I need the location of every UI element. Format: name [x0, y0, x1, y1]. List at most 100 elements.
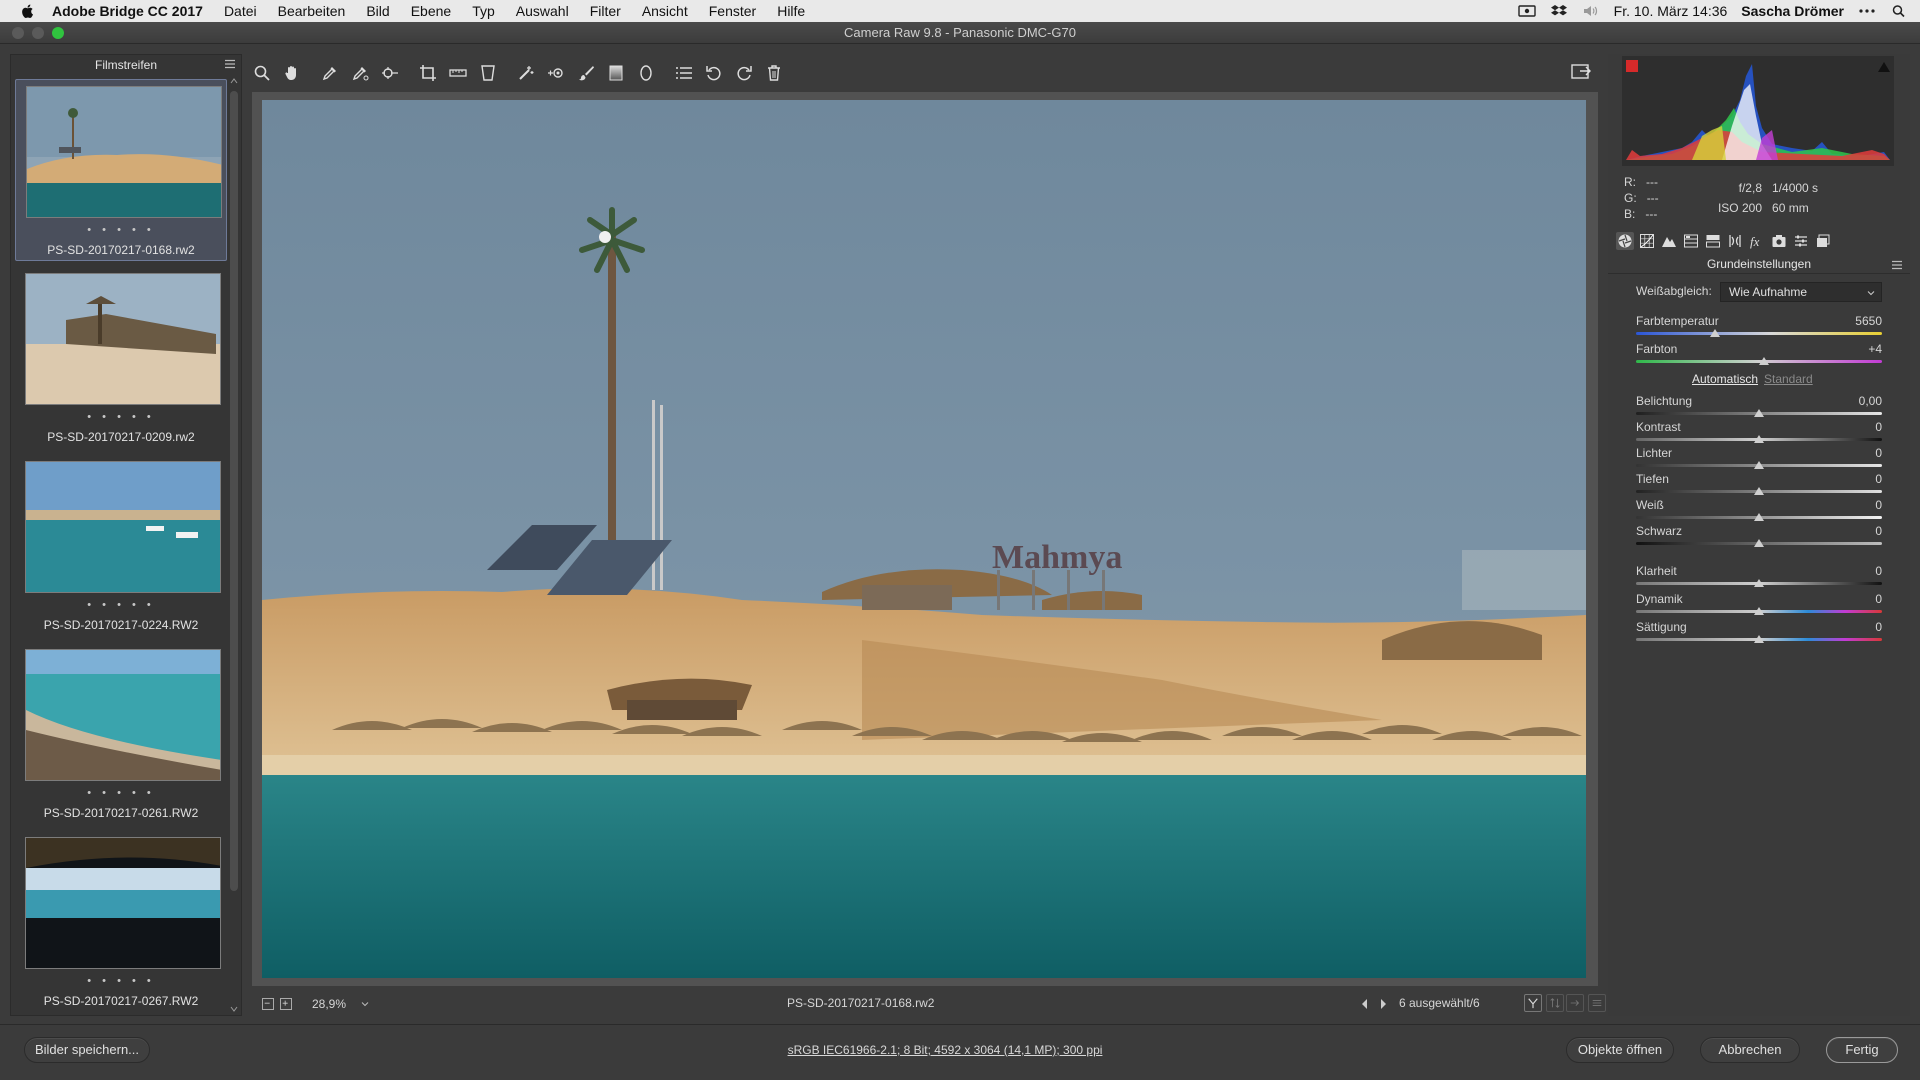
slider-value[interactable]: 0 — [1842, 498, 1882, 512]
spotlight-search-icon[interactable] — [1890, 4, 1908, 18]
rotate-right-tool[interactable] — [734, 63, 754, 83]
slider-blacks[interactable]: Schwarz 0 — [1636, 524, 1882, 550]
slider-vibrance[interactable]: Dynamik 0 — [1636, 592, 1882, 618]
before-after-toggle[interactable] — [1524, 994, 1542, 1012]
slider-knob[interactable] — [1754, 607, 1764, 615]
tab-split-toning[interactable] — [1704, 232, 1722, 250]
slider-clarity[interactable]: Klarheit 0 — [1636, 564, 1882, 590]
window-close-button[interactable] — [12, 27, 24, 39]
filmstrip-item-0209[interactable]: • • • • • PS-SD-20170217-0209.rw2 — [15, 267, 227, 449]
next-image-icon[interactable] — [1378, 998, 1388, 1010]
slider-knob[interactable] — [1754, 487, 1764, 495]
slider-value[interactable]: 0 — [1842, 472, 1882, 486]
menu-filter[interactable]: Filter — [590, 3, 621, 19]
histogram[interactable] — [1622, 56, 1894, 166]
image-preview-area[interactable]: Mahmya — [252, 92, 1598, 986]
zoom-tool[interactable] — [252, 63, 272, 83]
slider-tint[interactable]: Farbton +4 — [1636, 342, 1882, 368]
fullscreen-toggle-icon[interactable] — [1570, 62, 1592, 82]
rating-dots[interactable]: • • • • • — [15, 411, 227, 423]
thumbnail-beach-umbrellas[interactable] — [25, 273, 221, 405]
zoom-in-button[interactable] — [280, 998, 292, 1010]
slider-knob[interactable] — [1754, 409, 1764, 417]
slider-saturation[interactable]: Sättigung 0 — [1636, 620, 1882, 646]
slider-knob[interactable] — [1754, 539, 1764, 547]
slider-value[interactable]: 0,00 — [1842, 394, 1882, 408]
transform-tool[interactable] — [478, 63, 498, 83]
slider-temperature[interactable]: Farbtemperatur 5650 — [1636, 314, 1882, 340]
hand-tool[interactable] — [282, 63, 302, 83]
slider-knob[interactable] — [1754, 513, 1764, 521]
copy-settings-button[interactable] — [1566, 994, 1584, 1012]
adjustment-brush-tool[interactable] — [576, 63, 596, 83]
rating-dots[interactable]: • • • • • — [16, 224, 226, 236]
menubar-user[interactable]: Sascha Drömer — [1741, 3, 1844, 19]
thumbnail-beach-sea[interactable] — [25, 649, 221, 781]
targeted-adjustment-tool[interactable] — [380, 63, 400, 83]
menu-bearbeiten[interactable]: Bearbeiten — [278, 3, 346, 19]
spot-removal-tool[interactable] — [516, 63, 536, 83]
tab-basic[interactable] — [1616, 232, 1634, 250]
slider-contrast[interactable]: Kontrast 0 — [1636, 420, 1882, 446]
volume-icon[interactable] — [1582, 4, 1600, 18]
white-balance-select[interactable]: Wie Aufnahme — [1720, 282, 1882, 302]
dropbox-icon[interactable] — [1550, 4, 1568, 18]
graduated-filter-tool[interactable] — [606, 63, 626, 83]
tab-effects[interactable]: fx — [1748, 232, 1766, 250]
thumbnail-sea-boats[interactable] — [25, 461, 221, 593]
tab-snapshots[interactable] — [1814, 232, 1832, 250]
menu-ebene[interactable]: Ebene — [411, 3, 451, 19]
rotate-left-tool[interactable] — [704, 63, 724, 83]
menu-datei[interactable]: Datei — [224, 3, 257, 19]
slider-knob[interactable] — [1754, 579, 1764, 587]
slider-value[interactable]: +4 — [1842, 342, 1882, 356]
screen-record-icon[interactable] — [1517, 4, 1536, 18]
preview-image[interactable]: Mahmya — [262, 100, 1586, 978]
preview-preferences-button[interactable] — [1588, 994, 1606, 1012]
tab-lens-corrections[interactable] — [1726, 232, 1744, 250]
more-icon[interactable] — [1858, 4, 1876, 18]
menu-auswahl[interactable]: Auswahl — [516, 3, 569, 19]
zoom-out-button[interactable] — [262, 998, 274, 1010]
slider-highlights[interactable]: Lichter 0 — [1636, 446, 1882, 472]
slider-value[interactable]: 0 — [1842, 446, 1882, 460]
tab-presets[interactable] — [1792, 232, 1810, 250]
menu-fenster[interactable]: Fenster — [709, 3, 756, 19]
scroll-down-icon[interactable] — [230, 1005, 238, 1013]
menu-bild[interactable]: Bild — [366, 3, 389, 19]
scroll-up-icon[interactable] — [230, 77, 238, 85]
delete-tool[interactable] — [764, 63, 784, 83]
preferences-tool[interactable] — [674, 63, 694, 83]
filmstrip-item-0168[interactable]: • • • • • PS-SD-20170217-0168.rw2 — [15, 79, 227, 261]
done-button[interactable]: Fertig — [1826, 1037, 1898, 1063]
menubar-datetime[interactable]: Fr. 10. März 14:36 — [1614, 3, 1728, 19]
tab-detail[interactable] — [1660, 232, 1678, 250]
apple-icon[interactable] — [20, 3, 36, 19]
window-minimize-button[interactable] — [32, 27, 44, 39]
slider-knob[interactable] — [1754, 461, 1764, 469]
filmstrip-item-0261[interactable]: • • • • • PS-SD-20170217-0261.RW2 — [15, 643, 227, 825]
thumbnail-shade-view[interactable] — [25, 837, 221, 969]
slider-value[interactable]: 0 — [1842, 592, 1882, 606]
rating-dots[interactable]: • • • • • — [15, 599, 227, 611]
filmstrip-scrollbar[interactable] — [229, 77, 239, 1013]
filmstrip-item-0224[interactable]: • • • • • PS-SD-20170217-0224.RW2 — [15, 455, 227, 637]
tab-camera-calibration[interactable] — [1770, 232, 1788, 250]
slider-exposure[interactable]: Belichtung 0,00 — [1636, 394, 1882, 420]
slider-whites[interactable]: Weiß 0 — [1636, 498, 1882, 524]
slider-value[interactable]: 0 — [1842, 620, 1882, 634]
straighten-tool[interactable] — [448, 63, 468, 83]
color-sampler-tool[interactable] — [350, 63, 370, 83]
chevron-down-icon[interactable] — [360, 999, 370, 1009]
default-button[interactable]: Standard — [1764, 372, 1813, 386]
slider-value[interactable]: 0 — [1842, 524, 1882, 538]
crop-tool[interactable] — [418, 63, 438, 83]
zoom-level[interactable]: 28,9% — [312, 997, 346, 1011]
menu-hilfe[interactable]: Hilfe — [777, 3, 805, 19]
thumbnail-island-palm[interactable] — [26, 86, 222, 218]
red-eye-tool[interactable] — [546, 63, 566, 83]
filmstrip-menu-icon[interactable] — [225, 59, 235, 69]
swap-settings-button[interactable] — [1546, 994, 1564, 1012]
slider-value[interactable]: 5650 — [1842, 314, 1882, 328]
tab-hsl[interactable] — [1682, 232, 1700, 250]
